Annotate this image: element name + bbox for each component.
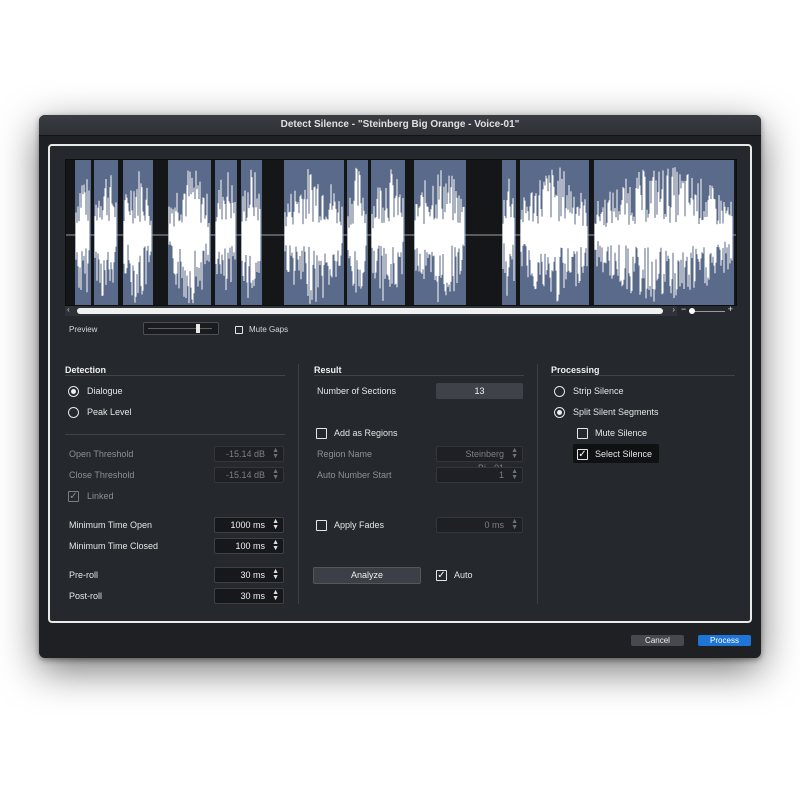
min-time-open-field[interactable]: 1000 ms ▲ ▼	[214, 517, 284, 533]
preview-slider-track	[148, 328, 212, 329]
waveform-display[interactable]	[65, 159, 737, 306]
peak-level-radio[interactable]	[68, 407, 79, 418]
mute-gaps-label: Mute Gaps	[249, 325, 289, 334]
close-threshold-stepper-icon[interactable]: ▲ ▼	[272, 468, 279, 481]
waveform-graphic	[66, 160, 736, 305]
min-time-closed-value: 100 ms	[235, 541, 265, 551]
pre-roll-stepper-icon[interactable]: ▲ ▼	[272, 568, 279, 581]
add-as-regions-label: Add as Regions	[334, 428, 398, 438]
separator-result-processing	[537, 364, 538, 604]
linked-checkbox[interactable]: ✓	[68, 491, 79, 502]
dialogue-radio[interactable]	[68, 386, 79, 397]
number-of-sections-display: 13	[436, 383, 523, 399]
result-title: Result	[314, 365, 342, 375]
close-threshold-value: -15.14 dB	[225, 470, 265, 480]
zoom-in-icon[interactable]: +	[728, 304, 733, 314]
separator-detection-result	[298, 364, 299, 604]
add-as-regions-checkbox[interactable]	[316, 428, 327, 439]
auto-number-start-stepper-icon[interactable]: ▲ ▼	[511, 468, 518, 481]
close-threshold-field[interactable]: -15.14 dB ▲ ▼	[214, 467, 284, 483]
post-roll-label: Post-roll	[69, 591, 103, 601]
post-roll-stepper-icon[interactable]: ▲ ▼	[272, 589, 279, 602]
strip-silence-label: Strip Silence	[573, 386, 624, 396]
fade-length-stepper-icon[interactable]: ▲ ▼	[511, 518, 518, 531]
fade-length-value: 0 ms	[484, 520, 504, 530]
pre-roll-value: 30 ms	[240, 570, 265, 580]
preview-slider-handle[interactable]	[196, 324, 200, 333]
apply-fades-label: Apply Fades	[334, 520, 385, 530]
auto-number-start-value: 1	[498, 470, 504, 480]
scroll-left-icon[interactable]: ‹	[67, 305, 70, 314]
open-threshold-value: -15.14 dB	[225, 449, 265, 459]
pre-roll-label: Pre-roll	[69, 570, 99, 580]
split-silent-segments-label: Split Silent Segments	[573, 407, 659, 417]
auto-checkbox[interactable]: ✓	[436, 570, 447, 581]
cancel-button[interactable]: Cancel	[631, 635, 684, 646]
scrollbar-thumb[interactable]	[77, 308, 663, 314]
detect-silence-dialog: Detect Silence - "Steinberg Big Orange -…	[39, 115, 761, 658]
fade-length-field[interactable]: 0 ms ▲ ▼	[436, 517, 523, 533]
main-panel: ‹ › − + Preview Mute Gaps Detection Dial…	[48, 144, 752, 623]
min-time-open-stepper-icon[interactable]: ▲ ▼	[272, 518, 279, 531]
split-silent-segments-radio[interactable]	[554, 407, 565, 418]
process-button[interactable]: Process	[698, 635, 751, 646]
apply-fades-checkbox[interactable]	[316, 520, 327, 531]
select-silence-checkbox[interactable]: ✓	[577, 449, 588, 460]
detection-title: Detection	[65, 365, 107, 375]
zoom-control[interactable]: − +	[679, 304, 735, 316]
preview-slider[interactable]	[143, 322, 219, 335]
min-time-open-value: 1000 ms	[230, 520, 265, 530]
close-threshold-label: Close Threshold	[69, 470, 135, 480]
processing-title: Processing	[551, 365, 600, 375]
strip-silence-radio[interactable]	[554, 386, 565, 397]
result-title-rule	[314, 375, 524, 376]
dialogue-label: Dialogue	[87, 386, 123, 396]
detection-title-rule	[65, 375, 285, 376]
mute-gaps-checkbox[interactable]	[235, 326, 243, 334]
auto-label: Auto	[454, 570, 473, 580]
waveform-scrollbar[interactable]: ‹ ›	[65, 305, 677, 316]
min-time-closed-stepper-icon[interactable]: ▲ ▼	[272, 539, 279, 552]
open-threshold-stepper-icon[interactable]: ▲ ▼	[272, 447, 279, 460]
detection-divider	[65, 434, 285, 435]
select-silence-label: Select Silence	[595, 449, 653, 459]
scroll-right-icon[interactable]: ›	[672, 305, 675, 314]
region-name-label: Region Name	[317, 449, 373, 459]
analyze-button[interactable]: Analyze	[313, 567, 421, 584]
linked-label: Linked	[87, 491, 114, 501]
pre-roll-field[interactable]: 30 ms ▲ ▼	[214, 567, 284, 583]
preview-label: Preview	[69, 325, 98, 334]
mute-silence-label: Mute Silence	[595, 428, 648, 438]
dialog-title: Detect Silence - "Steinberg Big Orange -…	[39, 115, 761, 136]
region-name-stepper-icon[interactable]: ▲ ▼	[511, 447, 518, 460]
min-time-closed-field[interactable]: 100 ms ▲ ▼	[214, 538, 284, 554]
zoom-knob[interactable]	[689, 308, 695, 314]
auto-number-start-label: Auto Number Start	[317, 470, 392, 480]
region-name-field[interactable]: Steinberg Bi..-01 ▲▼	[436, 446, 523, 473]
mute-silence-checkbox[interactable]	[577, 428, 588, 439]
zoom-out-icon[interactable]: −	[681, 304, 686, 314]
min-time-closed-label: Minimum Time Closed	[69, 541, 159, 551]
auto-number-start-field[interactable]: 1 ▲ ▼	[436, 467, 523, 483]
open-threshold-label: Open Threshold	[69, 449, 134, 459]
processing-title-rule	[551, 375, 735, 376]
peak-level-label: Peak Level	[87, 407, 132, 417]
number-of-sections-label: Number of Sections	[317, 386, 397, 396]
min-time-open-label: Minimum Time Open	[69, 520, 153, 530]
post-roll-value: 30 ms	[240, 591, 265, 601]
open-threshold-field[interactable]: -15.14 dB ▲ ▼	[214, 446, 284, 462]
post-roll-field[interactable]: 30 ms ▲ ▼	[214, 588, 284, 604]
